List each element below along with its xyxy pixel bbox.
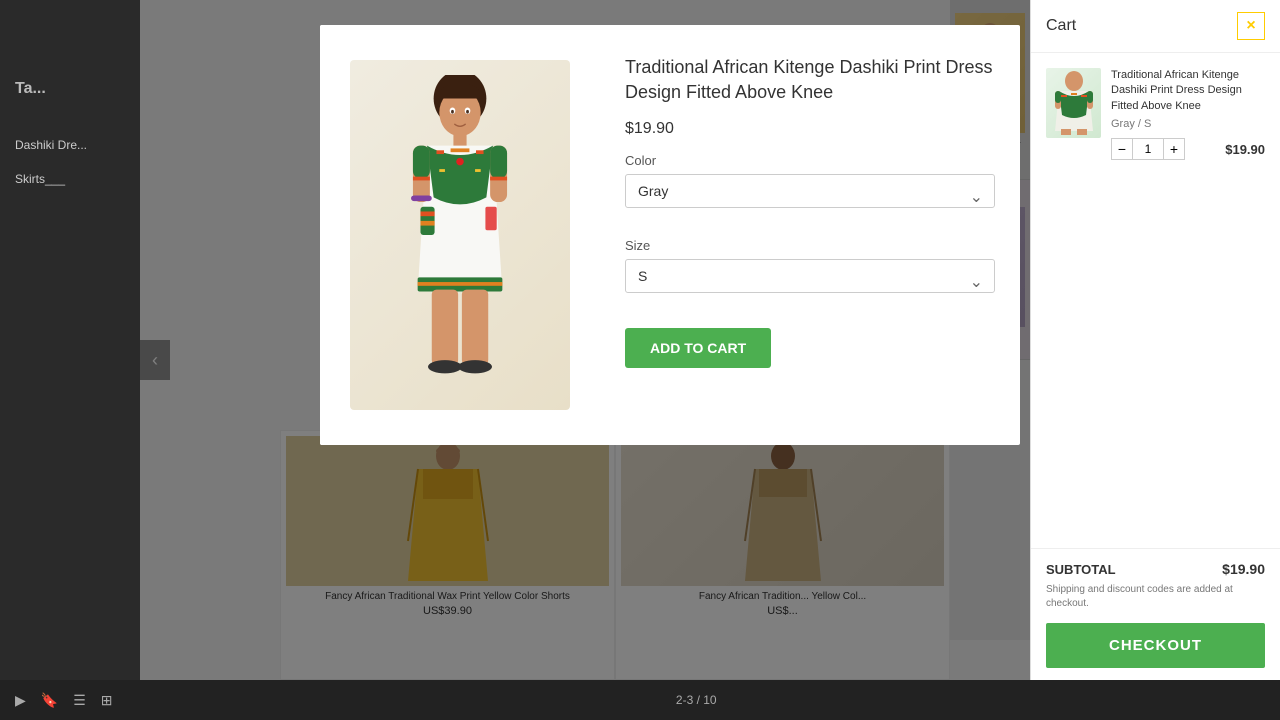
cart-item-title: Traditional African Kitenge Dashiki Prin…: [1111, 68, 1265, 114]
product-modal: Traditional African Kitenge Dashiki Prin…: [320, 25, 1020, 445]
shipping-note: Shipping and discount codes are added at…: [1046, 583, 1265, 611]
bg-title: Ta...: [15, 80, 125, 98]
cart-item-controls: − 1 + $19.90: [1111, 138, 1265, 160]
size-select-wrapper: S M L: [625, 259, 995, 308]
product-image: [350, 60, 570, 410]
play-button[interactable]: ▶: [15, 692, 26, 709]
cart-item-details: Traditional African Kitenge Dashiki Prin…: [1111, 68, 1265, 160]
color-select[interactable]: Gray Red Blue: [625, 174, 995, 208]
color-label: Color: [625, 153, 995, 168]
subtotal-label: SUBTOTAL: [1046, 562, 1116, 577]
bookmark-button[interactable]: 🔖: [41, 692, 58, 709]
cart-header: Cart ×: [1031, 0, 1280, 53]
sidebar-item-dashiki: Dashiki Dre...: [15, 138, 125, 152]
qty-decrease-button[interactable]: −: [1111, 138, 1133, 160]
cart-footer: SUBTOTAL $19.90 Shipping and discount co…: [1031, 548, 1280, 680]
size-label: Size: [625, 238, 995, 253]
cart-item: Traditional African Kitenge Dashiki Prin…: [1046, 68, 1265, 160]
list-view-button[interactable]: ☰: [73, 692, 86, 709]
add-to-cart-button[interactable]: ADD TO CART: [625, 328, 771, 368]
slide-indicator: 2-3 / 10: [128, 693, 1265, 707]
sidebar-item-skirts: Skirts___: [15, 172, 125, 186]
cart-close-button[interactable]: ×: [1237, 12, 1265, 40]
qty-increase-button[interactable]: +: [1163, 138, 1185, 160]
modal-price: $19.90: [625, 120, 995, 138]
qty-value: 1: [1133, 138, 1163, 160]
modal-details: Traditional African Kitenge Dashiki Prin…: [600, 25, 1020, 445]
cart-title: Cart: [1046, 17, 1076, 35]
subtotal-row: SUBTOTAL $19.90: [1046, 561, 1265, 577]
modal-image-section: [320, 25, 600, 445]
color-select-wrapper: Gray Red Blue: [625, 174, 995, 223]
grid-view-button[interactable]: ⊞: [101, 692, 113, 709]
cart-body: Traditional African Kitenge Dashiki Prin…: [1031, 53, 1280, 548]
slide-controls: ▶ 🔖 ☰ ⊞ 2-3 / 10: [0, 680, 1280, 720]
cart-item-price: $19.90: [1225, 142, 1265, 157]
cart-item-image: [1046, 68, 1101, 138]
size-select[interactable]: S M L: [625, 259, 995, 293]
cart-item-variant: Gray / S: [1111, 118, 1265, 130]
cart-panel: Cart ×: [1030, 0, 1280, 680]
subtotal-value: $19.90: [1222, 561, 1265, 577]
modal-product-title: Traditional African Kitenge Dashiki Prin…: [625, 55, 995, 105]
checkout-button[interactable]: CHECKOUT: [1046, 623, 1265, 668]
background-sidebar: Ta... Dashiki Dre... Skirts___: [0, 0, 140, 680]
qty-controls: − 1 +: [1111, 138, 1185, 160]
